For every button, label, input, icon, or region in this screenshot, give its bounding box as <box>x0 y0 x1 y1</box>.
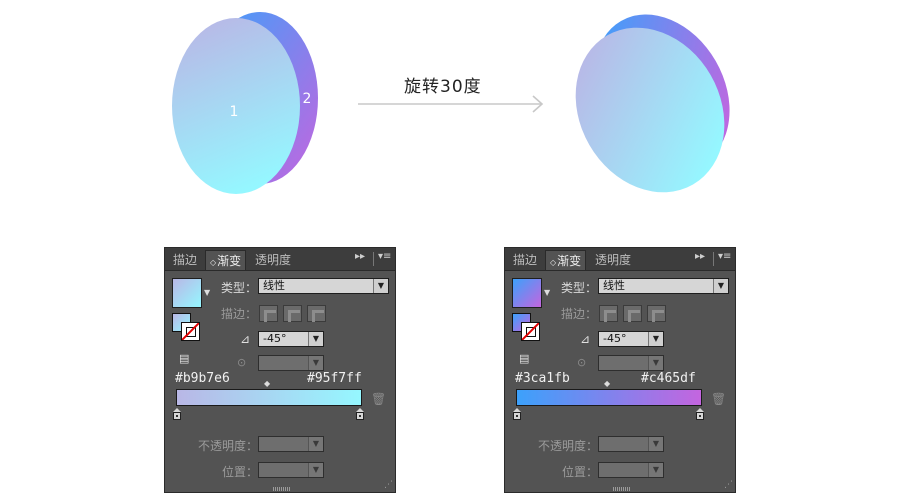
panel-tab-bar: 描边 ◇渐变 透明度 ▸▸ ▾≡ <box>505 248 735 271</box>
aspect-ratio-input[interactable]: ▼ <box>258 355 324 371</box>
collapse-icon[interactable]: ▸▸ <box>695 251 705 262</box>
chevron-down-icon: ▼ <box>713 279 728 293</box>
resize-handle-icon[interactable]: ⋰ <box>384 480 393 490</box>
right-stop-hex: #95f7ff <box>307 371 362 386</box>
resize-handle-icon[interactable]: ⋰ <box>724 480 733 490</box>
tab-transparency[interactable]: 透明度 <box>251 250 295 270</box>
chevron-down-icon: ▼ <box>308 356 323 370</box>
chevron-down-icon: ▼ <box>308 463 323 477</box>
chevron-down-icon: ▼ <box>648 332 663 346</box>
gradient-preview-swatch[interactable] <box>512 278 542 308</box>
gradient-slider[interactable] <box>516 389 702 406</box>
tab-separator <box>373 252 374 266</box>
tab-gradient-label: 渐变 <box>217 254 242 268</box>
position-label: 位置： <box>562 465 599 479</box>
tab-gradient[interactable]: ◇渐变 <box>205 250 247 270</box>
front-ellipse-right <box>575 27 725 193</box>
tab-stroke[interactable]: 描边 <box>169 250 201 270</box>
opacity-input[interactable]: ▼ <box>258 436 324 452</box>
tab-stroke[interactable]: 描边 <box>509 250 541 270</box>
type-label: 类型： <box>561 281 598 295</box>
midpoint-diamond[interactable]: ◆ <box>264 379 270 388</box>
tab-separator <box>713 252 714 266</box>
tab-gradient[interactable]: ◇渐变 <box>545 250 587 270</box>
left-stop-hex: #3ca1fb <box>515 371 570 386</box>
type-select-value: 线性 <box>603 279 625 292</box>
panel-menu-icon[interactable]: ▾≡ <box>378 251 391 262</box>
opacity-label: 不透明度： <box>198 439 259 453</box>
type-select[interactable]: 线性 ▼ <box>598 278 729 294</box>
gradient-stop-right[interactable] <box>356 408 364 420</box>
stroke-across-button[interactable] <box>647 305 666 322</box>
angle-icon: ⊿ <box>240 332 251 346</box>
gradient-illustration: 1 2 <box>172 12 730 194</box>
chevron-down-icon: ▼ <box>373 279 388 293</box>
panel-menu-icon[interactable]: ▾≡ <box>718 251 731 262</box>
gradient-panel-1: 描边 ◇渐变 透明度 ▸▸ ▾≡ ▼ 类型： 线性 ▼ 描边： ⊿ -45° ▼… <box>164 247 396 493</box>
stroke-along-button[interactable] <box>623 305 642 322</box>
reverse-gradient-icon[interactable]: ▤ <box>519 352 529 365</box>
position-input[interactable]: ▼ <box>258 462 324 478</box>
swatch-dropdown-icon[interactable]: ▼ <box>204 288 210 297</box>
stroke-label: 描边： <box>561 307 598 321</box>
tab-transparency[interactable]: 透明度 <box>591 250 635 270</box>
angle-icon: ⊿ <box>580 332 591 346</box>
front-shape-label: 1 <box>230 104 239 120</box>
reverse-gradient-icon[interactable]: ▤ <box>179 352 189 365</box>
tab-gradient-arrow-icon: ◇ <box>550 258 557 267</box>
angle-input[interactable]: -45° ▼ <box>598 331 664 347</box>
angle-value: -45° <box>263 332 287 345</box>
gradient-panel-2: 描边 ◇渐变 透明度 ▸▸ ▾≡ ▼ 类型： 线性 ▼ 描边： ⊿ -45° ▼… <box>504 247 736 493</box>
gradient-slider[interactable] <box>176 389 362 406</box>
tab-gradient-arrow-icon: ◇ <box>210 258 217 267</box>
trash-icon[interactable]: 🗑 <box>371 392 386 406</box>
collapse-icon[interactable]: ▸▸ <box>355 251 365 262</box>
stroke-across-button[interactable] <box>307 305 326 322</box>
stroke-within-button[interactable] <box>259 305 278 322</box>
angle-input[interactable]: -45° ▼ <box>258 331 324 347</box>
aspect-ratio-input[interactable]: ▼ <box>598 355 664 371</box>
chevron-down-icon: ▼ <box>308 437 323 451</box>
chevron-down-icon: ▼ <box>648 356 663 370</box>
type-label: 类型： <box>221 281 258 295</box>
stroke-label: 描边： <box>221 307 258 321</box>
chevron-down-icon: ▼ <box>648 463 663 477</box>
gradient-stop-left[interactable] <box>513 408 521 420</box>
type-select-value: 线性 <box>263 279 285 292</box>
tab-gradient-label: 渐变 <box>557 254 582 268</box>
left-stop-hex: #b9b7e6 <box>175 371 230 386</box>
stroke-swatch[interactable] <box>521 322 540 341</box>
panel-grip[interactable] <box>273 487 291 491</box>
fill-stroke-toggle[interactable] <box>512 313 542 343</box>
angle-value: -45° <box>603 332 627 345</box>
opacity-input[interactable]: ▼ <box>598 436 664 452</box>
type-select[interactable]: 线性 ▼ <box>258 278 389 294</box>
opacity-label: 不透明度： <box>538 439 599 453</box>
gradient-stop-left[interactable] <box>173 408 181 420</box>
trash-icon[interactable]: 🗑 <box>711 392 726 406</box>
midpoint-diamond[interactable]: ◆ <box>604 379 610 388</box>
stroke-within-button[interactable] <box>599 305 618 322</box>
position-input[interactable]: ▼ <box>598 462 664 478</box>
swatch-dropdown-icon[interactable]: ▼ <box>544 288 550 297</box>
right-stop-hex: #c465df <box>641 371 696 386</box>
panel-grip[interactable] <box>613 487 631 491</box>
stroke-swatch[interactable] <box>181 322 200 341</box>
aspect-ratio-icon: ⊙ <box>577 356 587 369</box>
position-label: 位置： <box>222 465 259 479</box>
back-shape-label: 2 <box>303 91 312 107</box>
chevron-down-icon: ▼ <box>648 437 663 451</box>
gradient-stop-right[interactable] <box>696 408 704 420</box>
rotate-label: 旋转30度 <box>404 77 482 97</box>
aspect-ratio-icon: ⊙ <box>237 356 247 369</box>
gradient-preview-swatch[interactable] <box>172 278 202 308</box>
fill-stroke-toggle[interactable] <box>172 313 202 343</box>
chevron-down-icon: ▼ <box>308 332 323 346</box>
stroke-along-button[interactable] <box>283 305 302 322</box>
panel-tab-bar: 描边 ◇渐变 透明度 ▸▸ ▾≡ <box>165 248 395 271</box>
